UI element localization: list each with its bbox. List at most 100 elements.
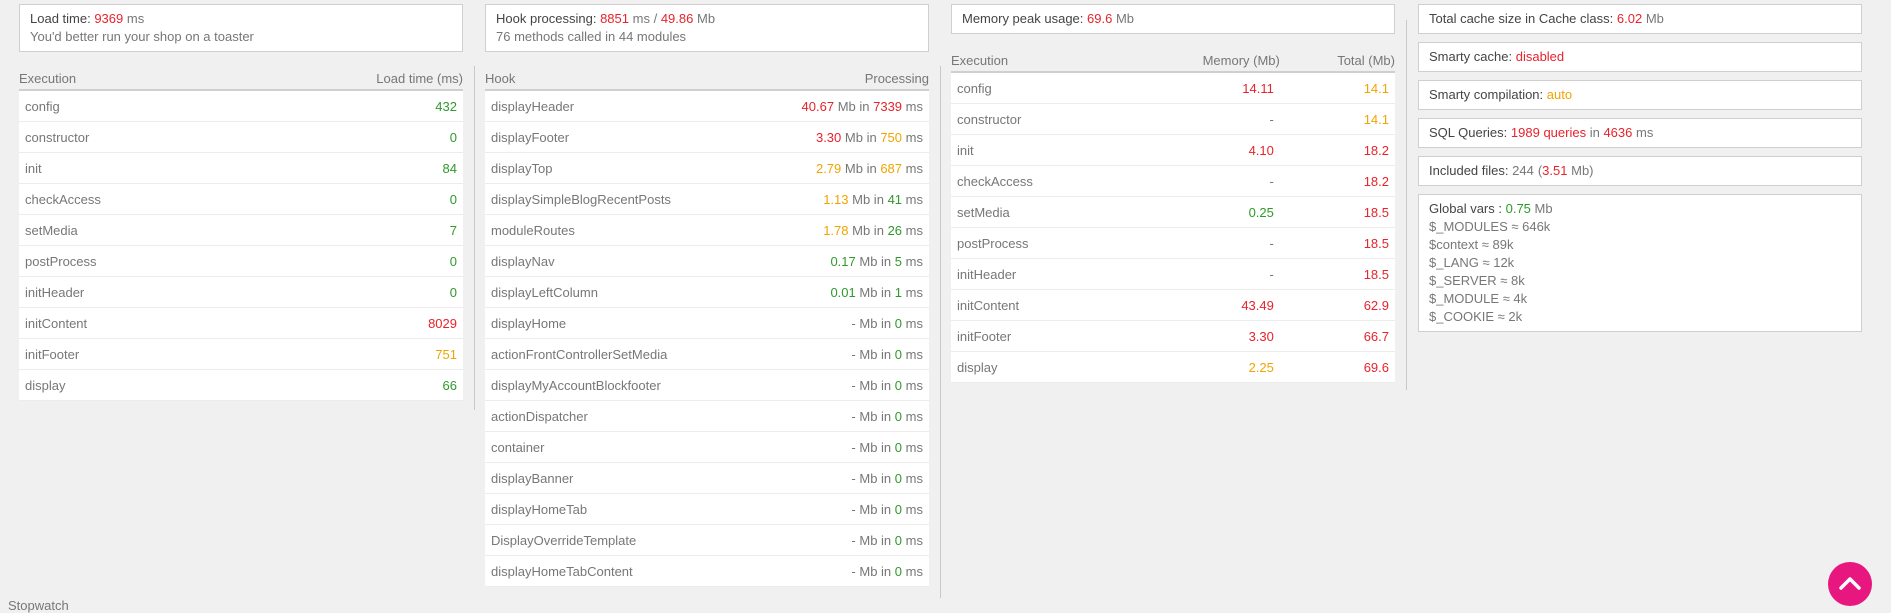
row-load-time: 0 <box>242 276 463 308</box>
row-name: constructor <box>19 121 243 153</box>
row-name: display <box>951 351 1126 383</box>
chevron-up-icon <box>1839 576 1861 593</box>
memory-peak-value: 69.6 <box>1087 11 1113 26</box>
row-name: initHeader <box>951 258 1126 290</box>
row-name: initHeader <box>19 276 243 308</box>
row-memory-value: 1.78 <box>823 222 849 238</box>
hook-processing-mb-unit: Mb <box>696 11 716 26</box>
included-files-size: 3.51 <box>1542 163 1568 178</box>
table-row: displayHome - Mb in 0 ms <box>485 307 929 339</box>
row-processing: 40.67 Mb in 7339 ms <box>746 90 929 122</box>
hook-processing-summary: Hook processing: 8851 ms / 49.86 Mb 76 m… <box>485 4 929 52</box>
row-memory-suffix: Mb in <box>859 408 892 424</box>
row-time-value: 5 <box>894 253 903 269</box>
included-files-box: Included files: 244 (3.51 Mb) <box>1418 156 1862 186</box>
table-row: container - Mb in 0 ms <box>485 431 929 463</box>
row-hook-name: displayBanner <box>485 462 747 494</box>
global-vars-list: $_MODULES ≈ 646k $context ≈ 89k $_LANG ≈ 1… <box>1429 218 1851 326</box>
load-time-panel: Load time: 9369 ms You'd better run your… <box>19 4 463 401</box>
global-var-item: $_SERVER ≈ 8k <box>1429 273 1525 288</box>
row-time-suffix: ms <box>905 346 923 362</box>
table-row: displayHomeTabContent - Mb in 0 ms <box>485 555 929 587</box>
row-load-time: 8029 <box>242 307 463 339</box>
row-memory-suffix: Mb in <box>852 222 884 238</box>
row-hook-name: container <box>485 431 747 463</box>
row-total: 18.5 <box>1279 227 1395 259</box>
hook-processing-panel: Hook processing: 8851 ms / 49.86 Mb 76 m… <box>485 4 929 587</box>
table-row: displayLeftColumn 0.01 Mb in 1 ms <box>485 276 929 308</box>
load-time-value: 9369 <box>94 11 124 26</box>
row-time-suffix: ms <box>905 284 923 300</box>
row-memory-suffix: Mb in <box>859 346 892 362</box>
row-memory: 0.25 <box>1125 196 1280 228</box>
table-row: postProcess 0 <box>19 245 463 277</box>
row-total: 14.1 <box>1279 72 1395 104</box>
row-hook-name: displayTop <box>485 152 747 184</box>
row-memory: 43.49 <box>1125 289 1280 321</box>
row-memory-suffix: Mb in <box>859 532 892 548</box>
row-processing: - Mb in 0 ms <box>746 493 929 525</box>
row-name: display <box>19 369 243 401</box>
memory-peak-summary: Memory peak usage: 69.6 Mb <box>951 4 1395 34</box>
table-row: setMedia 7 <box>19 214 463 246</box>
row-time-suffix: ms <box>905 253 923 269</box>
row-name: setMedia <box>951 196 1126 228</box>
row-load-time: 84 <box>242 152 463 184</box>
table-row: displayHeader 40.67 Mb in 7339 ms <box>485 90 929 122</box>
row-memory-value: 3.30 <box>815 129 842 145</box>
row-name: setMedia <box>19 214 243 246</box>
row-time-suffix: ms <box>905 191 923 207</box>
row-hook-name: actionDispatcher <box>485 400 747 432</box>
sql-queries-count: 1989 queries <box>1510 125 1587 140</box>
table-row: postProcess -18.5 <box>951 227 1395 259</box>
sql-queries-unit: ms <box>1636 125 1654 140</box>
column-header-processing: Processing <box>746 64 929 91</box>
row-hook-name: displaySimpleBlogRecentPosts <box>485 183 747 215</box>
row-memory-value: - <box>851 315 856 331</box>
row-memory-suffix: Mb in <box>837 98 870 114</box>
row-processing: 0.01 Mb in 1 ms <box>746 276 929 308</box>
table-row: checkAccess -18.2 <box>951 165 1395 197</box>
row-memory-suffix: Mb in <box>844 129 877 145</box>
row-time-value: 26 <box>887 222 903 238</box>
included-files-label: Included files: <box>1429 163 1509 178</box>
included-files-unit: Mb) <box>1571 163 1594 178</box>
column-header-memory: Memory (Mb) <box>1125 46 1280 73</box>
row-time-value: 41 <box>887 191 903 207</box>
table-row: displayHomeTab - Mb in 0 ms <box>485 493 929 525</box>
row-name: checkAccess <box>951 165 1126 197</box>
row-processing: 2.79 Mb in 687 ms <box>746 152 929 184</box>
row-load-time: 0 <box>242 121 463 153</box>
row-time-value: 0 <box>894 563 903 579</box>
row-time-suffix: ms <box>905 377 923 393</box>
row-memory-suffix: Mb in <box>844 160 877 176</box>
sql-queries-box: SQL Queries: 1989 queries in 4636 ms <box>1418 118 1862 148</box>
load-time-table: Execution Load time (ms) config 432 constr… <box>19 64 463 401</box>
row-hook-name: displayHome <box>485 307 747 339</box>
memory-peak-label: Memory peak usage: <box>962 11 1084 26</box>
global-var-item: $context ≈ 89k <box>1429 237 1514 252</box>
table-row: display 66 <box>19 369 463 401</box>
load-time-label: Load time: <box>30 11 91 26</box>
row-time-value: 7339 <box>873 98 903 114</box>
row-memory-value: - <box>851 563 856 579</box>
global-vars-label: Global vars : <box>1429 201 1502 216</box>
row-name: initContent <box>951 289 1126 321</box>
load-time-unit: ms <box>126 11 145 26</box>
row-processing: 1.13 Mb in 41 ms <box>746 183 929 215</box>
sql-queries-in: in <box>1589 125 1600 140</box>
row-processing: - Mb in 0 ms <box>746 400 929 432</box>
row-memory-value: - <box>851 532 856 548</box>
row-name: constructor <box>951 103 1126 135</box>
row-time-suffix: ms <box>905 160 923 176</box>
scroll-to-top-button[interactable] <box>1828 562 1872 606</box>
row-time-suffix: ms <box>905 439 923 455</box>
row-load-time: 66 <box>242 369 463 401</box>
row-processing: - Mb in 0 ms <box>746 431 929 463</box>
row-memory: 14.11 <box>1125 72 1280 104</box>
row-processing: - Mb in 0 ms <box>746 555 929 587</box>
row-time-suffix: ms <box>905 501 923 517</box>
table-row: displayNav 0.17 Mb in 5 ms <box>485 245 929 277</box>
row-memory: - <box>1125 227 1280 259</box>
hook-table: Hook Processing displayHeader 40.67 Mb in… <box>485 64 929 587</box>
